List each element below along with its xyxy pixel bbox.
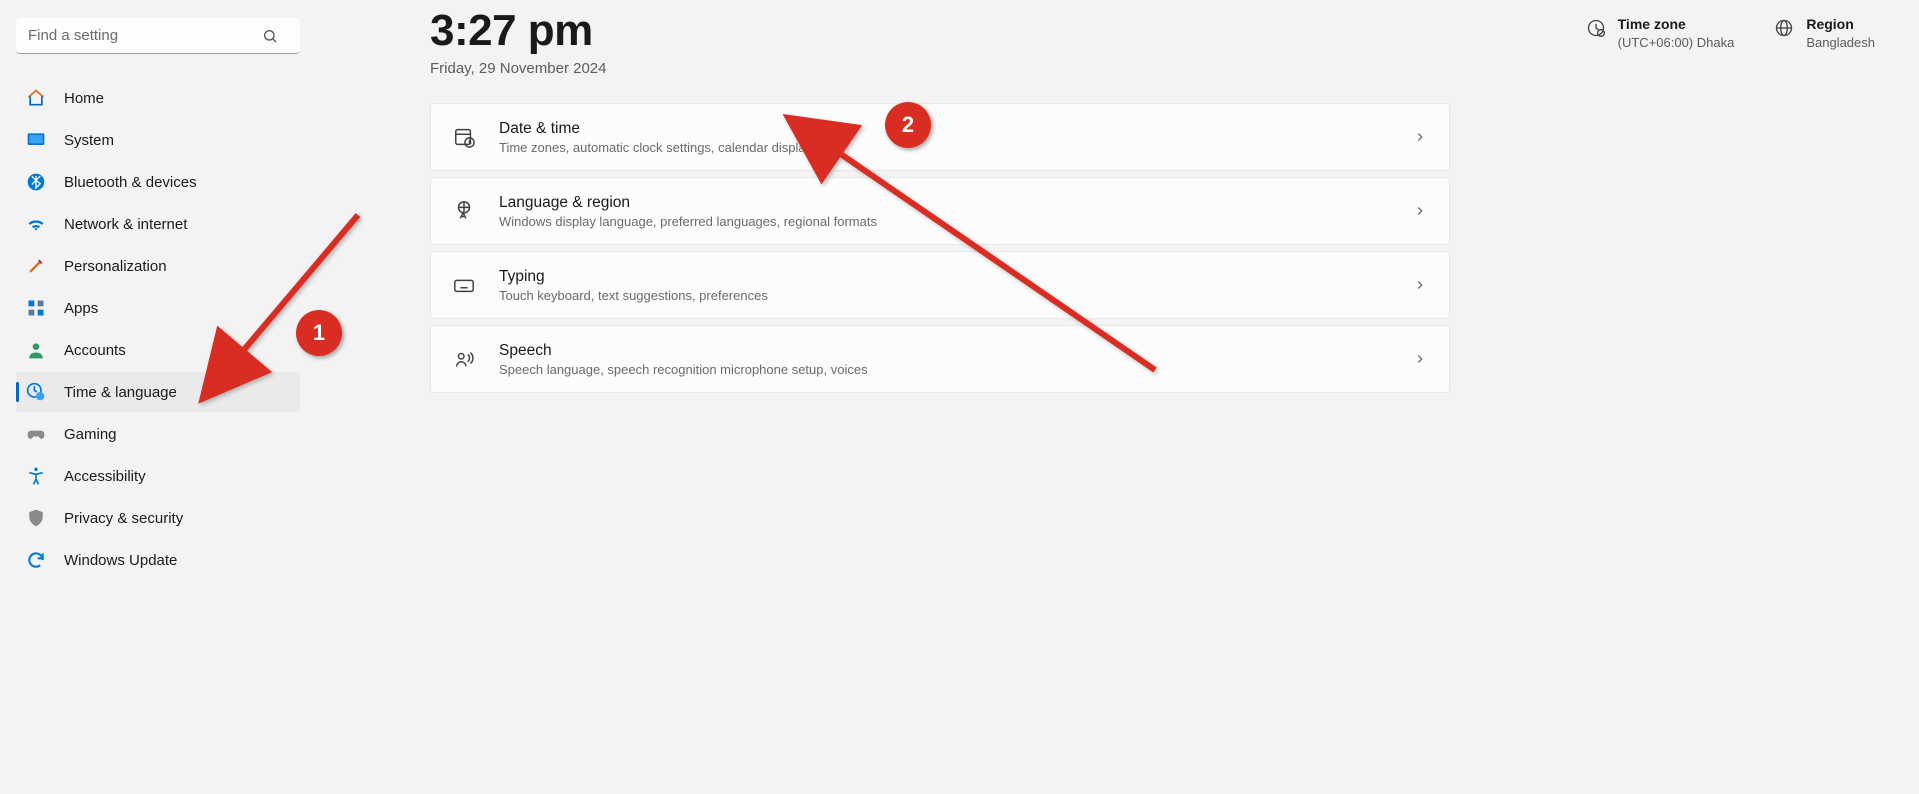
home-icon [26, 88, 46, 108]
chevron-right-icon [1413, 352, 1427, 366]
system-icon [26, 130, 46, 150]
sidebar-item-accounts[interactable]: Accounts [16, 330, 300, 370]
brush-icon [26, 256, 46, 276]
gamepad-icon [26, 424, 46, 444]
chevron-right-icon [1413, 204, 1427, 218]
sidebar-item-accessibility[interactable]: Accessibility [16, 456, 300, 496]
sidebar-item-apps[interactable]: Apps [16, 288, 300, 328]
card-sub: Windows display language, preferred lang… [499, 214, 1413, 229]
sidebar-item-network[interactable]: Network & internet [16, 204, 300, 244]
sidebar-item-privacy[interactable]: Privacy & security [16, 498, 300, 538]
timezone-value: (UTC+06:00) Dhaka [1618, 35, 1735, 50]
nav: Home System Bluetooth & devices Network … [16, 78, 300, 580]
header-region[interactable]: Region Bangladesh [1774, 16, 1875, 50]
shield-icon [26, 508, 46, 528]
nav-label: Bluetooth & devices [64, 174, 197, 191]
sidebar-item-system[interactable]: System [16, 120, 300, 160]
nav-label: Apps [64, 300, 98, 317]
nav-label: Network & internet [64, 216, 187, 233]
clock: 3:27 pm Friday, 29 November 2024 [430, 8, 606, 77]
header-timezone[interactable]: Time zone (UTC+06:00) Dhaka [1586, 16, 1735, 50]
sidebar-item-bluetooth[interactable]: Bluetooth & devices [16, 162, 300, 202]
card-date-time[interactable]: Date & time Time zones, automatic clock … [430, 103, 1450, 171]
wifi-icon [26, 214, 46, 234]
card-title: Language & region [499, 194, 1413, 212]
search-input[interactable] [16, 18, 300, 54]
language-icon [453, 200, 475, 222]
header: 3:27 pm Friday, 29 November 2024 Time zo… [430, 8, 1875, 77]
header-right: Time zone (UTC+06:00) Dhaka Region Bangl… [1586, 8, 1875, 50]
sidebar-item-gaming[interactable]: Gaming [16, 414, 300, 454]
keyboard-icon [453, 274, 475, 296]
sidebar-item-time-language[interactable]: Time & language [16, 372, 300, 412]
nav-label: Privacy & security [64, 510, 183, 527]
person-icon [26, 340, 46, 360]
calendar-clock-icon [453, 126, 475, 148]
chevron-right-icon [1413, 130, 1427, 144]
nav-label: Accessibility [64, 468, 146, 485]
card-language-region[interactable]: Language & region Windows display langua… [430, 177, 1450, 245]
card-typing[interactable]: Typing Touch keyboard, text suggestions,… [430, 251, 1450, 319]
clock-globe-icon [26, 382, 46, 402]
main: 3:27 pm Friday, 29 November 2024 Time zo… [316, 0, 1919, 794]
card-title: Speech [499, 342, 1413, 360]
nav-label: Home [64, 90, 104, 107]
search-wrap [16, 18, 300, 54]
timezone-label: Time zone [1618, 16, 1735, 33]
speech-icon [453, 348, 475, 370]
annotation-badge-2: 2 [885, 102, 931, 148]
region-value: Bangladesh [1806, 35, 1875, 50]
sidebar: Home System Bluetooth & devices Network … [0, 0, 316, 794]
sidebar-item-personalization[interactable]: Personalization [16, 246, 300, 286]
sidebar-item-home[interactable]: Home [16, 78, 300, 118]
card-title: Date & time [499, 120, 1413, 138]
nav-label: System [64, 132, 114, 149]
timezone-icon [1586, 18, 1606, 38]
nav-label: Personalization [64, 258, 167, 275]
nav-label: Time & language [64, 384, 177, 401]
nav-label: Accounts [64, 342, 126, 359]
sidebar-item-update[interactable]: Windows Update [16, 540, 300, 580]
cards: Date & time Time zones, automatic clock … [430, 103, 1875, 393]
card-sub: Speech language, speech recognition micr… [499, 362, 1413, 377]
clock-time: 3:27 pm [430, 8, 606, 54]
search-icon [262, 28, 278, 44]
card-title: Typing [499, 268, 1413, 286]
apps-icon [26, 298, 46, 318]
bluetooth-icon [26, 172, 46, 192]
card-speech[interactable]: Speech Speech language, speech recogniti… [430, 325, 1450, 393]
card-sub: Time zones, automatic clock settings, ca… [499, 140, 1413, 155]
accessibility-icon [26, 466, 46, 486]
region-label: Region [1806, 16, 1875, 33]
chevron-right-icon [1413, 278, 1427, 292]
nav-label: Gaming [64, 426, 117, 443]
clock-date: Friday, 29 November 2024 [430, 60, 606, 77]
nav-label: Windows Update [64, 552, 177, 569]
annotation-badge-1: 1 [296, 310, 342, 356]
update-icon [26, 550, 46, 570]
card-sub: Touch keyboard, text suggestions, prefer… [499, 288, 1413, 303]
globe-icon [1774, 18, 1794, 38]
